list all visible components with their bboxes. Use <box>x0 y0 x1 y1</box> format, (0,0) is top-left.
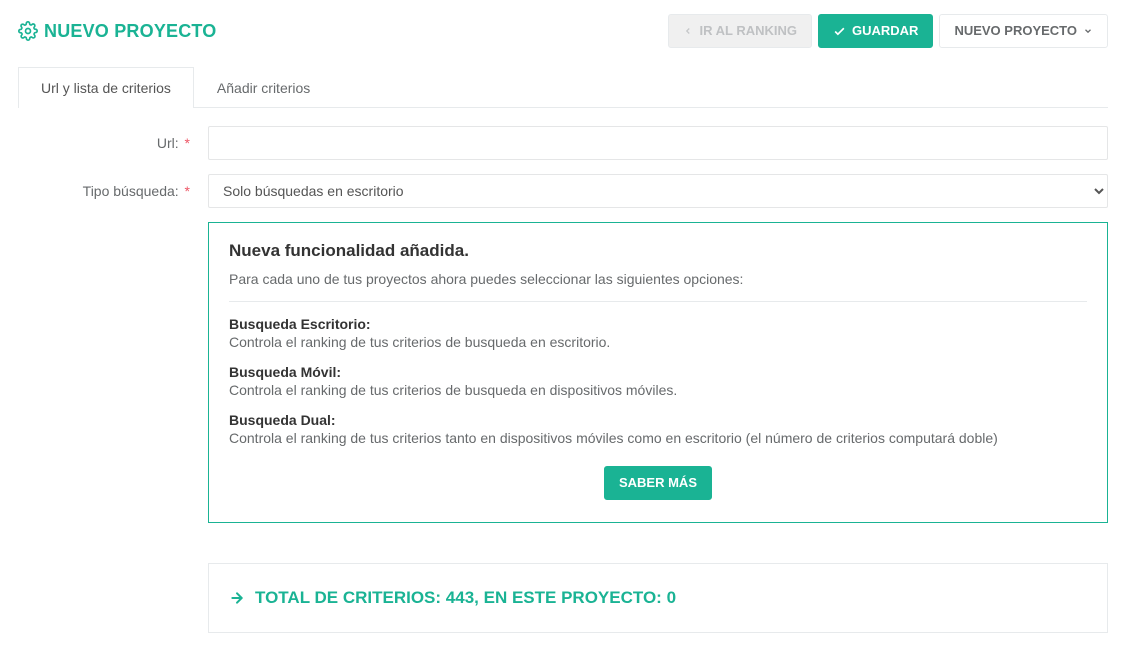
save-button[interactable]: GUARDAR <box>818 14 933 48</box>
search-type-label-text: Tipo búsqueda: <box>83 183 179 199</box>
feature-title: Busqueda Móvil: <box>229 364 1087 380</box>
info-feature-dual: Busqueda Dual: Controla el ranking de tu… <box>229 412 1087 446</box>
url-label-text: Url: <box>157 135 179 151</box>
feature-desc: Controla el ranking de tus criterios de … <box>229 334 1087 350</box>
gears-icon <box>18 21 38 41</box>
totals-line: TOTAL DE CRITERIOS: 443, EN ESTE PROYECT… <box>229 588 1087 608</box>
url-input[interactable] <box>208 126 1108 160</box>
search-type-label: Tipo búsqueda: * <box>18 183 208 199</box>
required-asterisk: * <box>185 183 190 199</box>
url-label: Url: * <box>18 135 208 151</box>
header-actions: IR AL RANKING GUARDAR NUEVO PROYECTO <box>668 14 1108 48</box>
go-ranking-label: IR AL RANKING <box>699 22 797 40</box>
info-feature-mobile: Busqueda Móvil: Controla el ranking de t… <box>229 364 1087 398</box>
tab-url-criteria[interactable]: Url y lista de criterios <box>18 67 194 108</box>
feature-title: Busqueda Escritorio: <box>229 316 1087 332</box>
row-url: Url: * <box>18 126 1108 160</box>
info-panel: Nueva funcionalidad añadida. Para cada u… <box>208 222 1108 523</box>
page-header: NUEVO PROYECTO IR AL RANKING GUARDAR NUE… <box>18 14 1108 48</box>
go-ranking-button[interactable]: IR AL RANKING <box>668 14 812 48</box>
new-project-label: NUEVO PROYECTO <box>954 22 1077 40</box>
tabs: Url y lista de criterios Añadir criterio… <box>18 66 1108 108</box>
search-type-select[interactable]: Solo búsquedas en escritorio <box>208 174 1108 208</box>
chevron-left-icon <box>683 25 693 37</box>
feature-desc: Controla el ranking de tus criterios tan… <box>229 430 1087 446</box>
required-asterisk: * <box>185 135 190 151</box>
info-subtitle: Para cada uno de tus proyectos ahora pue… <box>229 271 1087 302</box>
check-icon <box>833 25 846 38</box>
totals-text: TOTAL DE CRITERIOS: 443, EN ESTE PROYECT… <box>255 588 676 608</box>
learn-more-button[interactable]: SABER MÁS <box>604 466 712 500</box>
info-title: Nueva funcionalidad añadida. <box>229 241 1087 261</box>
feature-desc: Controla el ranking de tus criterios de … <box>229 382 1087 398</box>
info-feature-desktop: Busqueda Escritorio: Controla el ranking… <box>229 316 1087 350</box>
totals-card: TOTAL DE CRITERIOS: 443, EN ESTE PROYECT… <box>208 563 1108 633</box>
feature-title: Busqueda Dual: <box>229 412 1087 428</box>
page-title: NUEVO PROYECTO <box>18 21 217 42</box>
new-project-dropdown[interactable]: NUEVO PROYECTO <box>939 14 1108 48</box>
save-label: GUARDAR <box>852 22 918 40</box>
row-search-type: Tipo búsqueda: * Solo búsquedas en escri… <box>18 174 1108 208</box>
tab-add-criteria[interactable]: Añadir criterios <box>194 67 333 108</box>
chevron-down-icon <box>1083 26 1093 36</box>
arrow-right-icon <box>229 590 245 606</box>
page-title-text: NUEVO PROYECTO <box>44 21 217 42</box>
